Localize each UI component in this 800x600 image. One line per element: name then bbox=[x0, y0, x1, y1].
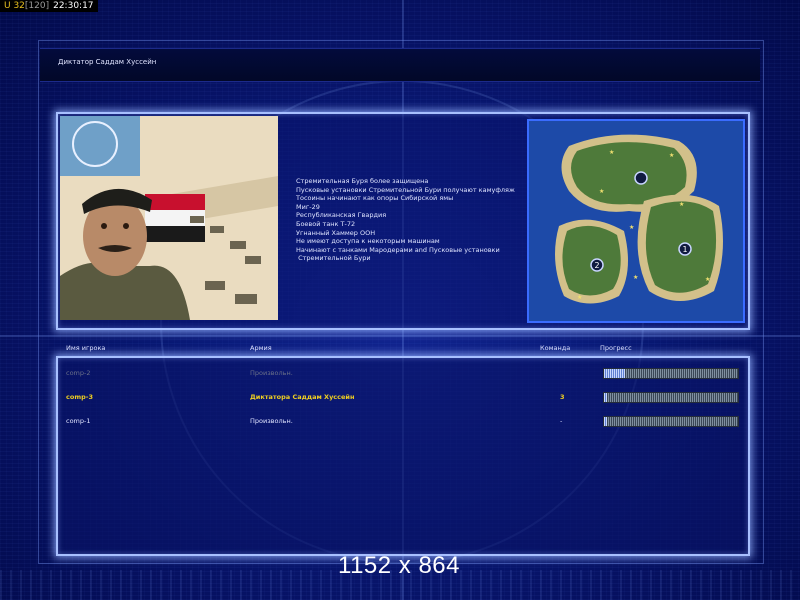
briefing-line: Угнанный Хаммер ООН bbox=[296, 228, 376, 237]
map-marker-1: 1 bbox=[682, 245, 687, 254]
player-team[interactable]: - bbox=[560, 417, 562, 425]
briefing-line: Стремительной Бури bbox=[296, 254, 371, 263]
player-name[interactable]: comp-1 bbox=[66, 417, 91, 425]
svg-text:★: ★ bbox=[669, 152, 674, 159]
briefing-line: Стремительная Буря более защищена bbox=[296, 177, 429, 185]
player-army[interactable]: Диктатора Саддам Хуссейн bbox=[250, 393, 354, 401]
column-progress: Прогресс bbox=[600, 344, 632, 352]
progress-fill bbox=[604, 393, 607, 402]
svg-text:★: ★ bbox=[577, 294, 582, 301]
minimap-preview[interactable]: 1 2 ★ ★ ★ ★ ★ ★ ★ ★ bbox=[527, 119, 745, 323]
briefing-line: Миг-29 bbox=[296, 202, 320, 211]
unit-count: U 32 bbox=[4, 1, 25, 11]
map-marker-2: 2 bbox=[594, 261, 599, 270]
general-portrait bbox=[60, 116, 278, 320]
column-army: Армия bbox=[250, 344, 272, 352]
svg-text:★: ★ bbox=[679, 201, 684, 208]
briefing-line: Тоcоины начинают как опоры Сибирской ямы bbox=[296, 194, 454, 203]
player-name[interactable]: comp-3 bbox=[66, 393, 93, 401]
page-title: Диктатор Саддам Хуссейн bbox=[58, 58, 157, 66]
svg-text:★: ★ bbox=[633, 274, 638, 281]
briefing-line: Пусковые установки Стремительной Бури по… bbox=[296, 185, 515, 194]
progress-bar bbox=[603, 416, 739, 427]
players-panel bbox=[56, 356, 750, 556]
clock: 22:30:17 bbox=[53, 1, 94, 11]
briefing-text: Стремительная Буря более защищена Пусков… bbox=[296, 177, 515, 263]
briefing-line: Начинают с танками Мародерами and Пусков… bbox=[296, 245, 500, 254]
svg-text:★: ★ bbox=[599, 188, 604, 195]
player-army[interactable]: Произвольн. bbox=[250, 369, 293, 377]
status-bar: U 32[120] 22:30:17 bbox=[0, 0, 98, 12]
column-team: Команда bbox=[540, 344, 571, 352]
column-player-name: Имя игрока bbox=[66, 344, 106, 352]
unit-cap: [120] bbox=[24, 1, 50, 11]
resolution-label: 1152 x 864 bbox=[338, 552, 460, 579]
progress-fill bbox=[604, 417, 607, 426]
progress-bar bbox=[603, 368, 739, 379]
svg-text:★: ★ bbox=[629, 224, 634, 231]
player-army[interactable]: Произвольн. bbox=[250, 417, 293, 425]
briefing-line: Не имеют доступа к некоторым машинам bbox=[296, 237, 440, 246]
briefing-line: Республиканская Гвардия bbox=[296, 211, 387, 220]
progress-bar bbox=[603, 392, 739, 403]
progress-fill bbox=[604, 369, 626, 378]
player-name[interactable]: comp-2 bbox=[66, 369, 91, 377]
briefing-line: Боевой танк Т-72 bbox=[296, 219, 356, 228]
svg-text:★: ★ bbox=[705, 276, 710, 283]
player-team[interactable]: 3 bbox=[560, 393, 565, 401]
svg-text:★: ★ bbox=[609, 149, 614, 156]
